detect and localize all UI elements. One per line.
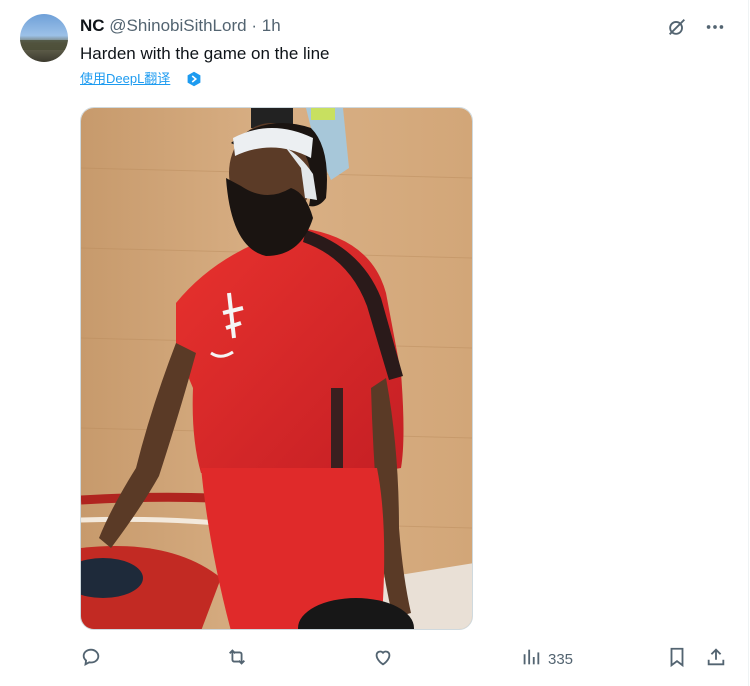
author-name[interactable]: NC	[80, 16, 105, 35]
views-icon	[520, 646, 542, 672]
views-count: 335	[548, 650, 574, 668]
reply-icon	[80, 646, 102, 672]
top-actions	[666, 16, 726, 38]
tweet-text: Harden with the game on the line	[80, 44, 330, 63]
tweet-card[interactable]: NC @ShinobiSithLord · 1h Harden with the…	[0, 0, 749, 686]
tweet-media-image[interactable]	[80, 107, 473, 630]
bookmark-icon	[666, 646, 688, 672]
translate-link[interactable]: 使用DeepL翻译	[80, 70, 170, 88]
tweet-actions: 335	[80, 647, 728, 671]
views-button[interactable]: 335	[520, 647, 573, 671]
more-icon[interactable]	[704, 16, 726, 38]
tweet-header: NC @ShinobiSithLord · 1h	[80, 15, 281, 37]
deepl-icon	[186, 71, 202, 87]
retweet-icon	[226, 646, 248, 672]
author-handle[interactable]: @ShinobiSithLord	[109, 16, 246, 35]
like-button[interactable]	[372, 647, 394, 671]
avatar[interactable]	[20, 14, 68, 62]
reply-button[interactable]	[80, 647, 102, 671]
share-button[interactable]	[705, 647, 727, 671]
bookmark-button[interactable]	[666, 647, 688, 671]
like-icon	[372, 646, 394, 672]
separator: ·	[251, 16, 257, 35]
grok-icon[interactable]	[666, 16, 688, 38]
share-icon	[705, 646, 727, 672]
timestamp[interactable]: 1h	[262, 16, 281, 35]
retweet-button[interactable]	[226, 647, 248, 671]
